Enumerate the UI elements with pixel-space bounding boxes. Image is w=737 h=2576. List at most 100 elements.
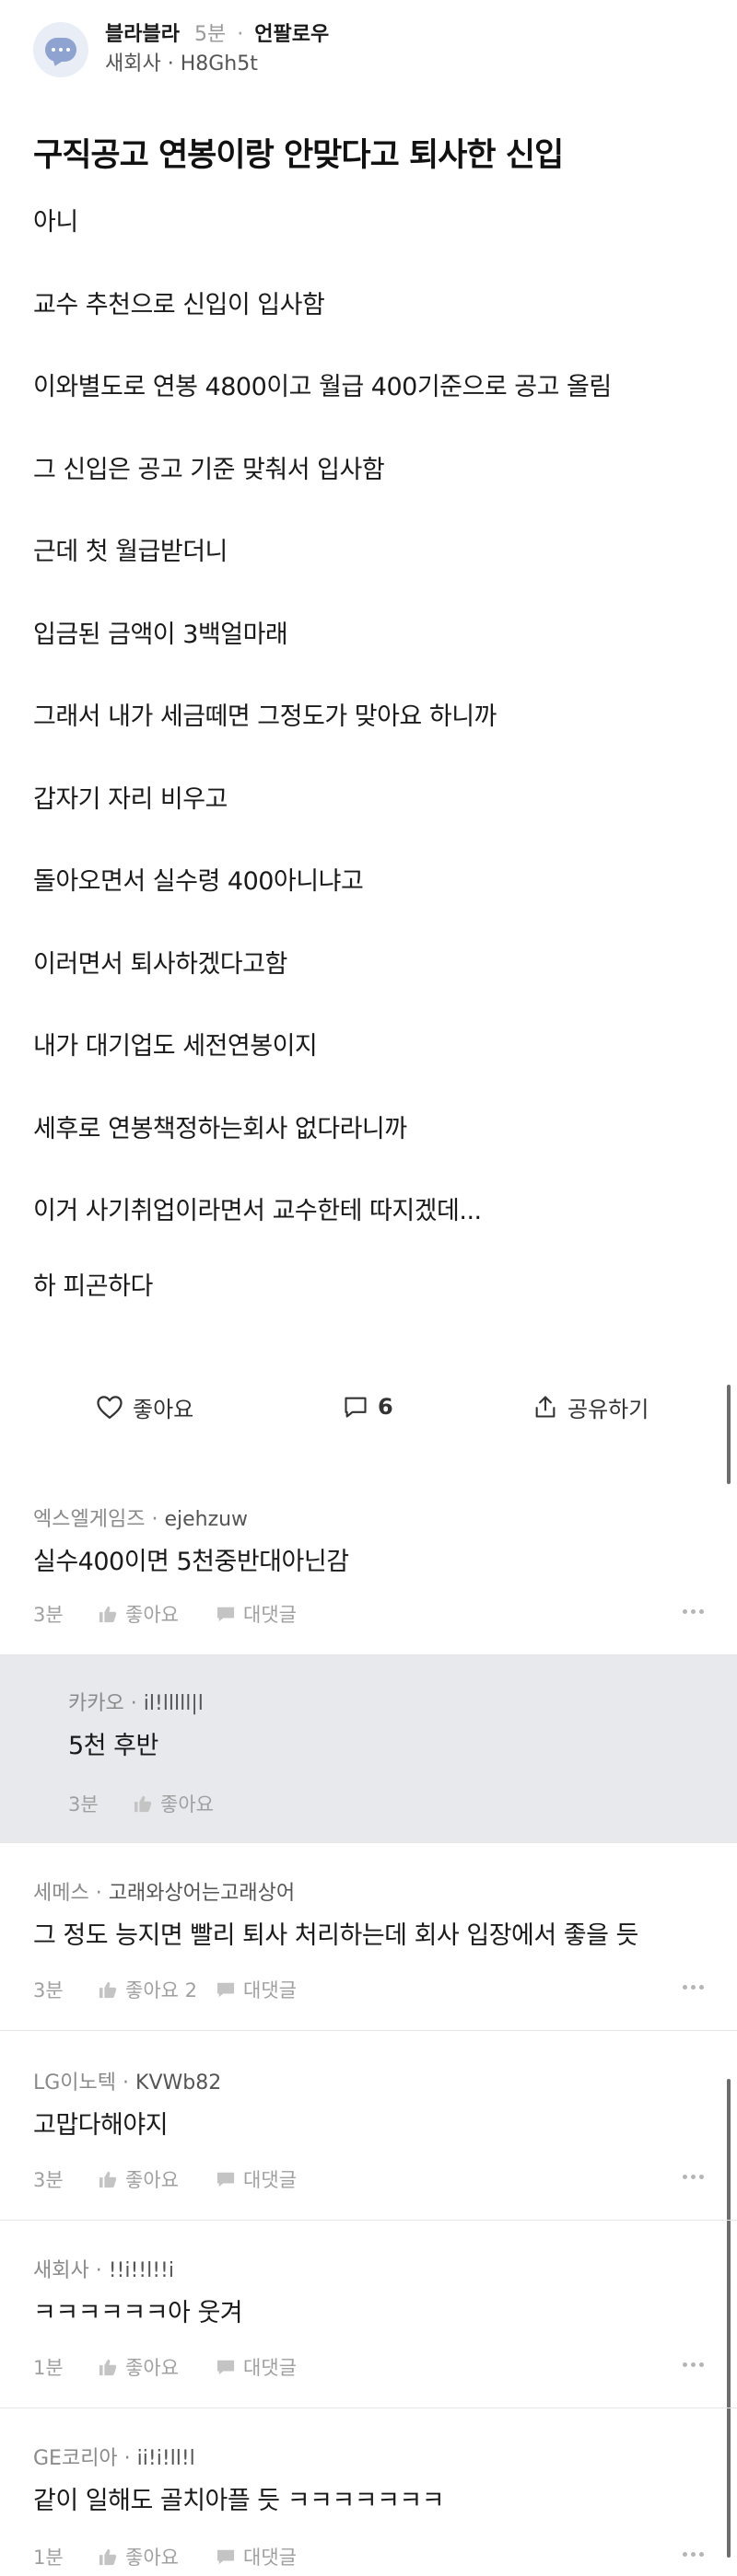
comment-company[interactable]: 카카오 (68, 1692, 124, 1715)
comment-meta: 세메스 · 고래와상어는고래상어 (33, 1882, 296, 1905)
comment-footer: 3분 좋아요 (68, 1790, 251, 1817)
author-line: 블라블라 5분 · 언팔로우 (105, 21, 329, 49)
author-user-id: H8Gh5t (180, 52, 258, 75)
comment-item: 새회사 · !!i!!l!!i ㅋㅋㅋㅋㅋㅋ아 웃겨 1분 좋아요 대댓글 (0, 2221, 737, 2408)
share-icon (535, 1396, 556, 1418)
author-info: 블라블라 5분 · 언팔로우 새회사 · H8Gh5t (105, 21, 329, 78)
separator-dot: · (237, 23, 244, 46)
comment-user: il!lllll|l (143, 1692, 204, 1715)
thumbs-up-icon (99, 1981, 117, 1999)
comment-meta: 새회사 · !!i!!l!!i (33, 2259, 174, 2282)
comment-item: LG이노텍 · KVWb82 고맙다해야지 3분 좋아요 대댓글 (0, 2031, 737, 2221)
comment-reply-button[interactable]: 대댓글 (216, 2353, 297, 2381)
comment-like-button[interactable]: 좋아요 (98, 1600, 216, 1628)
comment-reply-button[interactable]: 대댓글 (216, 1976, 297, 2003)
comment-like-button[interactable]: 좋아요 (98, 2543, 216, 2570)
share-button[interactable]: 공유하기 (532, 1381, 649, 1433)
reply-bubble-icon (216, 2172, 235, 2187)
comment-reply-label: 대댓글 (243, 1604, 297, 1626)
comment-like-button[interactable]: 좋아요 (98, 2165, 216, 2193)
heart-icon (97, 1396, 123, 1419)
thumbs-up-icon (99, 2548, 117, 2566)
like-button[interactable]: 좋아요 (96, 1381, 193, 1433)
author-name[interactable]: 블라블라 (105, 21, 180, 49)
comment-time: 3분 (33, 2169, 64, 2191)
thumbs-up-icon (134, 1795, 152, 1813)
post-line: 내가 대기업도 세전연봉이지 (33, 1032, 318, 1061)
like-label: 좋아요 (133, 1396, 194, 1422)
more-options-icon[interactable] (683, 1609, 704, 1614)
comment-footer: 1분 좋아요 대댓글 (33, 2543, 297, 2570)
more-options-icon[interactable] (683, 1985, 704, 1990)
post-title: 구직공고 연봉이랑 안맞다고 퇴사한 신입 (33, 137, 564, 174)
separator-dot: · (160, 52, 181, 75)
more-options-icon[interactable] (683, 2362, 704, 2367)
post-line: 하 피곤하다 (33, 1272, 153, 1301)
reply-bubble-icon (216, 2360, 235, 2375)
comment-icon (345, 1397, 367, 1418)
comment-reply-label: 대댓글 (243, 1979, 297, 2002)
reply-item: 카카오 · il!lllll|l 5천 후반 3분 좋아요 (0, 1655, 737, 1843)
post-line: 이러면서 퇴사하겠다고함 (33, 950, 287, 979)
post-line: 돌아오면서 실수령 400아니냐고 (33, 867, 364, 896)
comment-item: 세메스 · 고래와상어는고래상어 그 정도 능지면 빨리 퇴사 처리하는데 회사… (0, 1843, 737, 2031)
comment-count: 6 (378, 1394, 393, 1420)
comment-like-label: 좋아요 2 (125, 1979, 197, 2002)
comment-meta: GE코리아 · ii!i!ll!l (33, 2447, 195, 2470)
reply-bubble-icon (216, 2549, 235, 2565)
comment-company[interactable]: 새회사 (33, 2259, 89, 2282)
post-line: 아니 (33, 208, 78, 237)
comment-user: KVWb82 (135, 2071, 222, 2094)
comment-footer: 3분 좋아요 대댓글 (33, 2165, 297, 2193)
avatar[interactable] (33, 22, 88, 77)
author-company-line: 새회사 · H8Gh5t (105, 51, 329, 78)
comment-user: 고래와상어는고래상어 (108, 1882, 296, 1905)
comment-item: 엑스엘게임즈 · ejehzuw 실수400이면 5천중반대아닌감 3분 좋아요… (0, 1490, 737, 1655)
comment-text: 고맙다해야지 (33, 2111, 169, 2140)
comment-like-button[interactable]: 좋아요 2 (98, 1976, 216, 2003)
comment-time: 1분 (33, 2357, 64, 2379)
comment-company[interactable]: 세메스 (33, 1882, 89, 1905)
author-company[interactable]: 새회사 (105, 52, 161, 75)
chat-bubble-icon (45, 38, 76, 62)
unfollow-button[interactable]: 언팔로우 (254, 21, 329, 49)
comment-reply-button[interactable]: 대댓글 (216, 2165, 297, 2193)
comment-like-button[interactable]: 좋아요 (133, 1790, 251, 1817)
thumbs-up-icon (99, 2359, 117, 2376)
comment-like-label: 좋아요 (125, 2169, 179, 2191)
comment-text: 그 정도 능지면 빨리 퇴사 처리하는데 회사 입장에서 좋을 듯 (33, 1921, 638, 1950)
share-label: 공유하기 (567, 1396, 649, 1422)
comment-footer: 1분 좋아요 대댓글 (33, 2353, 297, 2381)
comment-like-label: 좋아요 (125, 1604, 179, 1626)
comment-reply-button[interactable]: 대댓글 (216, 1600, 297, 1628)
post-line: 그 신입은 공고 기준 맞춰서 입사함 (33, 456, 385, 484)
scrollbar-thumb[interactable] (727, 1385, 731, 1484)
post-line: 그래서 내가 세금떼면 그정도가 맞아요 하니까 (33, 702, 497, 731)
post-line: 이와별도로 연봉 4800이고 월급 400기준으로 공고 올림 (33, 373, 612, 401)
comment-company[interactable]: LG이노텍 (33, 2071, 116, 2094)
comment-time: 3분 (33, 1604, 64, 1626)
comment-reply-label: 대댓글 (243, 2357, 297, 2379)
more-options-icon[interactable] (683, 2552, 704, 2557)
comment-company[interactable]: GE코리아 (33, 2447, 118, 2470)
comment-like-button[interactable]: 좋아요 (98, 2353, 216, 2381)
comment-user: ejehzuw (164, 1508, 249, 1531)
comment-button[interactable]: 6 (343, 1381, 393, 1433)
comment-text: 실수400이면 5천중반대아닌감 (33, 1548, 349, 1576)
more-options-icon[interactable] (683, 2175, 704, 2179)
comment-company[interactable]: 엑스엘게임즈 (33, 1508, 145, 1531)
comment-text: 5천 후반 (68, 1732, 158, 1760)
reply-bubble-icon (216, 1607, 235, 1622)
post-line: 입금된 금액이 3백얼마래 (33, 621, 288, 649)
post-line: 세후로 연봉책정하는회사 없다라니까 (33, 1115, 407, 1143)
thumbs-up-icon (99, 1606, 117, 1623)
post-author: 블라블라 5분 · 언팔로우 새회사 · H8Gh5t (33, 20, 329, 79)
post-line: 이거 사기취업이라면서 교수한테 따지겠데... (33, 1197, 482, 1225)
comment-time: 3분 (33, 1979, 64, 2002)
comment-text: ㅋㅋㅋㅋㅋㅋ아 웃겨 (33, 2299, 243, 2327)
comment-reply-button[interactable]: 대댓글 (216, 2543, 297, 2570)
comment-like-label: 좋아요 (125, 2357, 179, 2379)
reply-bubble-icon (216, 1982, 235, 1998)
post-line: 갑자기 자리 비우고 (33, 785, 228, 814)
comment-meta: 카카오 · il!lllll|l (68, 1692, 204, 1715)
